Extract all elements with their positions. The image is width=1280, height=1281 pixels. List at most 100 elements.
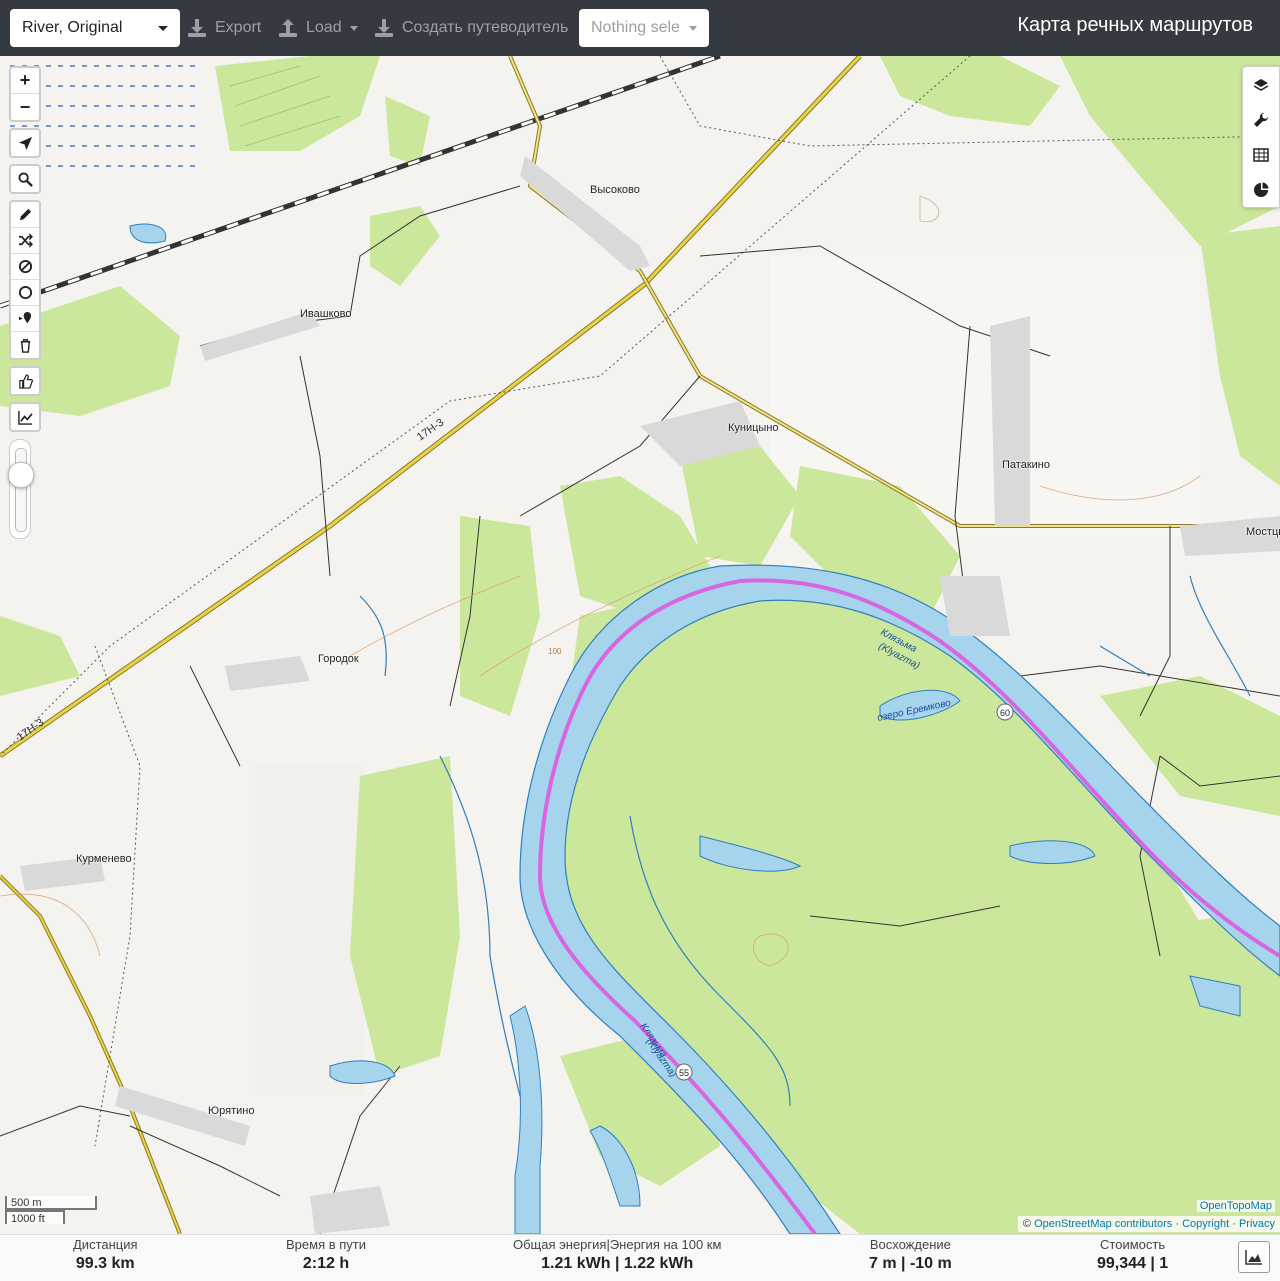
profile-select-value: River, Original [22, 19, 123, 36]
attribution-sep-1: · [1175, 1218, 1179, 1230]
ban-icon [18, 259, 32, 274]
delete-route-button[interactable] [11, 332, 39, 358]
route-stats-bar: Дистанция 99.3 km Время в пути 2:12 h Об… [0, 1234, 1280, 1281]
slider-handle[interactable] [8, 462, 34, 488]
chevron-down-icon [349, 25, 358, 31]
opentopomap-link[interactable]: OpenTopoMap [1196, 1200, 1275, 1212]
stat-cost-value: 99,344 | 1 [1097, 1255, 1169, 1272]
scale-metric: 500 m [5, 1196, 97, 1210]
load-label: Load [306, 19, 342, 36]
sidebar-tabs [1242, 66, 1280, 208]
area-chart-icon [1245, 1250, 1262, 1265]
privacy-link[interactable]: Privacy [1239, 1218, 1275, 1230]
marker-button[interactable] [11, 306, 39, 332]
top-navbar: River, Original Export Load Создать путе… [0, 0, 1280, 56]
elevation-profile-button[interactable] [1238, 1241, 1270, 1273]
place-vysokovo: Высоково [590, 184, 640, 196]
track-select[interactable]: Nothing sele [579, 9, 709, 47]
plus-icon: + [19, 70, 31, 90]
layers-button[interactable] [1243, 67, 1279, 102]
trash-icon [20, 338, 30, 353]
reverse-route-button[interactable] [11, 228, 39, 254]
contour-label: 100 [548, 647, 562, 656]
export-button[interactable]: Export [187, 9, 261, 47]
search-icon [17, 171, 33, 187]
download-icon [188, 19, 206, 37]
chevron-down-icon [158, 26, 168, 31]
place-kunitsyno: Куницыно [728, 422, 779, 434]
stat-distance-value: 99.3 km [75, 1255, 135, 1272]
upload-icon [279, 19, 297, 37]
thumbs-up-button[interactable] [11, 368, 39, 394]
attribution-sep-2: · [1232, 1218, 1236, 1230]
wrench-icon [1254, 112, 1269, 127]
app-title: Карта речных маршрутов [1017, 14, 1253, 36]
stat-energy-label: Общая энергия|Энергия на 100 км [513, 1237, 722, 1252]
km-marker-55-text: 55 [679, 1068, 689, 1078]
draw-route-button[interactable] [11, 202, 39, 228]
elevation-chart-button[interactable] [11, 404, 39, 430]
stat-cost: Стоимость 99,344 | 1 [1097, 1237, 1168, 1273]
map-tiles: 17Н-3 17Н-3 Клязьма (Klyazma) Клязьма (K… [0, 56, 1280, 1234]
locate-button[interactable] [11, 130, 39, 156]
pie-chart-icon [1254, 182, 1269, 197]
draw-toolbar [9, 200, 41, 360]
minus-icon: − [19, 96, 31, 117]
opacity-slider[interactable] [8, 439, 34, 539]
create-guide-label: Создать путеводитель [402, 19, 569, 36]
place-patakino: Патакино [1002, 459, 1050, 471]
layers-icon [1253, 78, 1269, 91]
location-arrow-icon [18, 136, 32, 150]
stat-ascent: Восхождение 7 m | -10 m [869, 1237, 952, 1273]
stat-time: Время в пути 2:12 h [286, 1237, 366, 1273]
place-mostsy: Мостцы [1246, 526, 1280, 538]
stat-cost-label: Стоимость [1100, 1237, 1166, 1252]
search-control [9, 164, 41, 194]
table-button[interactable] [1243, 137, 1279, 172]
load-button[interactable]: Load [278, 9, 358, 47]
scale-imperial: 1000 ft [5, 1210, 65, 1225]
analysis-button[interactable] [1243, 172, 1279, 207]
locate-control [9, 128, 41, 158]
thumbs-up-icon [18, 373, 33, 389]
copyright-symbol: © [1022, 1218, 1032, 1230]
stat-time-value: 2:12 h [302, 1255, 350, 1272]
export-label: Export [215, 19, 262, 36]
create-guide-button[interactable]: Создать путеводитель [374, 9, 568, 47]
search-button[interactable] [11, 166, 39, 192]
feedback-control [9, 366, 41, 396]
settings-button[interactable] [1243, 102, 1279, 137]
map-canvas[interactable]: 17Н-3 17Н-3 Клязьма (Klyazma) Клязьма (K… [0, 56, 1280, 1234]
place-kurmenevo: Курменево [76, 853, 132, 865]
zoom-in-button[interactable]: + [11, 68, 39, 94]
track-select-placeholder: Nothing sele [591, 19, 680, 36]
stat-energy: Общая энергия|Энергия на 100 км 1.21 kWh… [513, 1237, 721, 1273]
copyright-link[interactable]: Copyright [1182, 1218, 1229, 1230]
circle-button[interactable] [11, 280, 39, 306]
profile-select[interactable]: River, Original [10, 9, 180, 47]
stat-ascent-label: Восхождение [869, 1237, 951, 1252]
osm-contributors-link[interactable]: OpenStreetMap contributors [1034, 1218, 1172, 1230]
shuffle-icon [18, 233, 33, 248]
scale-bar: 500 m 1000 ft [5, 1196, 97, 1225]
circle-icon [18, 285, 32, 300]
download-icon [375, 19, 393, 37]
stat-distance: Дистанция 99.3 km [73, 1237, 138, 1273]
km-marker-55: 55 [675, 1063, 693, 1081]
place-gorodok: Городок [318, 653, 359, 665]
map-marker-icon [18, 311, 31, 324]
place-yuryatino: Юрятино [208, 1105, 255, 1117]
elevation-control [9, 402, 41, 432]
no-go-area-button[interactable] [11, 254, 39, 280]
stat-ascent-value: 7 m | -10 m [869, 1255, 952, 1272]
chevron-down-icon [689, 26, 697, 31]
stat-distance-label: Дистанция [73, 1237, 138, 1252]
zoom-out-button[interactable]: − [11, 94, 39, 120]
zoom-control: + − [9, 66, 41, 122]
line-chart-icon [17, 410, 33, 425]
pencil-icon [19, 208, 31, 221]
km-marker-60: 60 [996, 703, 1014, 721]
stat-time-label: Время в пути [286, 1237, 366, 1252]
attribution: © OpenStreetMap contributors · Copyright… [1017, 1216, 1280, 1232]
place-ivashkovo: Ивашково [300, 308, 352, 320]
